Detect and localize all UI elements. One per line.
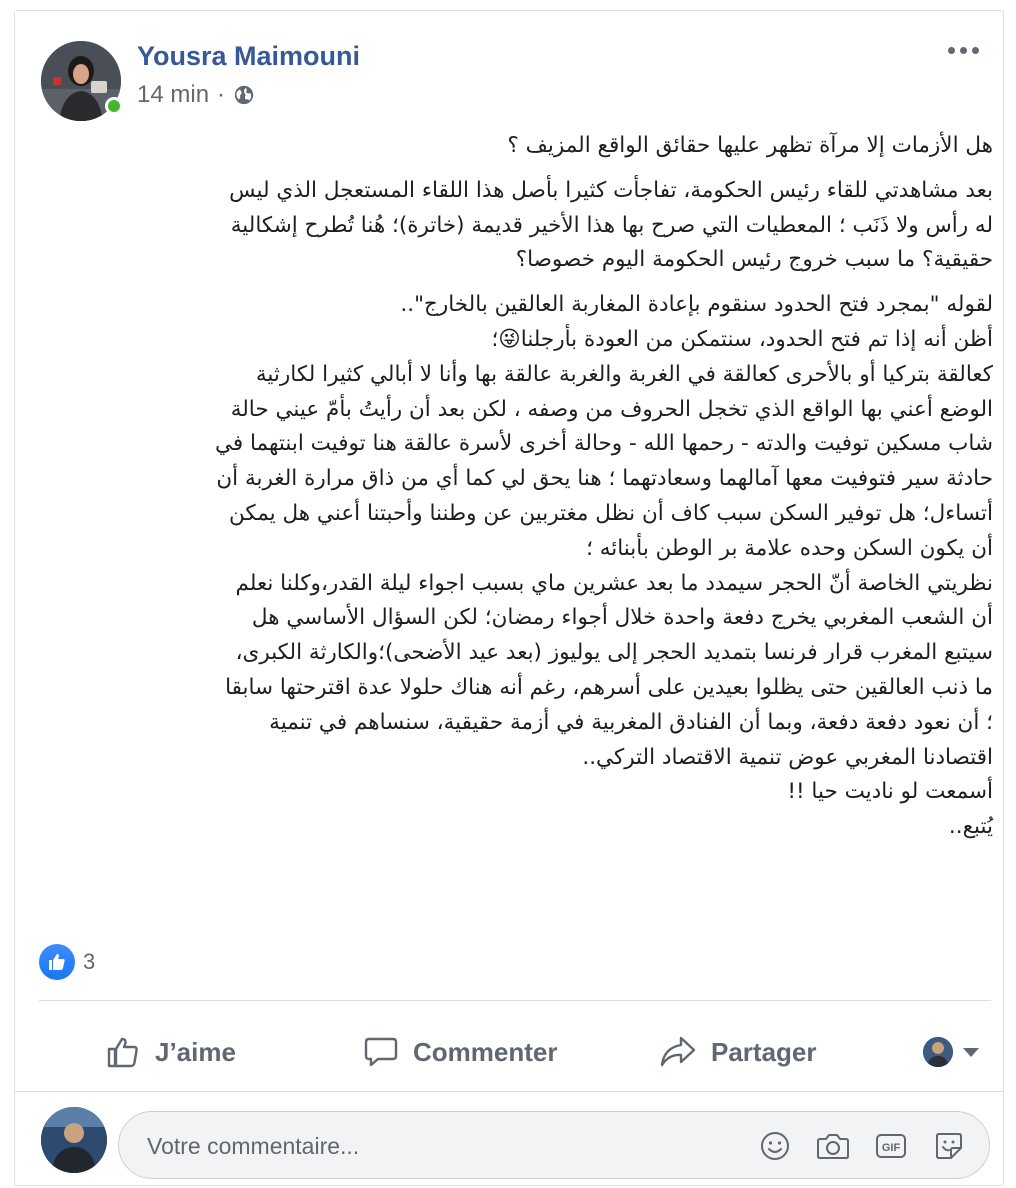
comment-composer: GIF [118, 1111, 990, 1180]
post-text-line: أسمعت لو ناديت حيا !! [787, 779, 993, 805]
like-label: J’aime [155, 1036, 236, 1067]
share-label: Partager [711, 1036, 817, 1067]
post-paragraph: هل الأزمات إلا مرآة تظهر عليها حقائق الو… [39, 129, 993, 164]
gif-label: GIF [882, 1142, 901, 1154]
reactions-summary[interactable]: 3 [39, 944, 95, 980]
post-text-line: بعد مشاهدتي للقاء رئيس الحكومة، تفاجأت ك… [229, 177, 993, 203]
commenter-avatar[interactable] [41, 1107, 107, 1173]
post-text-line: أن الشعب المغربي يخرج دفعة واحدة خلال أج… [251, 605, 993, 631]
divider [15, 1091, 1003, 1092]
post-text-line: يُتبع.. [948, 814, 993, 840]
sticker-icon[interactable] [931, 1128, 967, 1164]
share-icon [660, 1036, 696, 1067]
post-text-line: كعالقة بتركيا أو بالأحرى كعالقة في الغرب… [255, 361, 993, 387]
post-text-line: سيتبع المغرب قرار فرنسا بتمديد الحجر إلى… [235, 640, 993, 666]
comment-button[interactable]: Commenter [363, 1022, 613, 1082]
post-text-line: حادثة سير فتوفيت معها آمالهما وسعادتهما … [216, 466, 993, 492]
post-text-line: ؛ أن نعود دفعة دفعة، وبما أن الفنادق الم… [269, 709, 993, 735]
like-button[interactable]: J’aime [105, 1022, 337, 1082]
comment-label: Commenter [413, 1036, 558, 1067]
divider [39, 1000, 991, 1001]
reactions-count[interactable]: 3 [83, 949, 95, 975]
reaction-audience-selector[interactable] [923, 1037, 979, 1067]
action-bar: J’aime Commenter Partager [39, 1019, 991, 1085]
post-text-line: شاب مسكين توفيت والدته - رحمها الله - وح… [214, 431, 993, 457]
share-button[interactable]: Partager [659, 1022, 859, 1082]
globe-icon[interactable] [233, 84, 255, 106]
post-card: Yousra Maimouni 14 min · هل الأزمات إلا … [14, 10, 1004, 1186]
user-avatar-small [923, 1037, 953, 1067]
post-text-line: أن يكون السكن وحده علامة بر الوطن بأبنائ… [586, 535, 993, 561]
comment-icon [364, 1037, 398, 1067]
thumbs-up-icon [107, 1037, 138, 1068]
more-options-icon[interactable] [941, 35, 985, 65]
post-text-line: أتساءل؛ هل توفير السكن سبب كاف أن نظل مغ… [228, 500, 993, 526]
chevron-down-icon [963, 1047, 979, 1057]
comment-input[interactable] [145, 1112, 709, 1180]
post-meta: 14 min · [137, 81, 255, 109]
post-text-line: أظن أنه إذا تم فتح الحدود، سنتمكن من الع… [491, 326, 993, 352]
post-text-line: له رأس ولا ذَنَب ؛ المعطيات التي صرح بها… [230, 212, 993, 238]
post-text-line: الوضع أعني بها الواقع الذي تخجل الحروف م… [230, 396, 993, 422]
post-text-line: نظريتي الخاصة أنّ الحجر سيمدد ما بعد عشر… [235, 570, 993, 596]
post-text-line: لقوله "بمجرد فتح الحدود سنقوم بإعادة الم… [400, 292, 993, 318]
emoji-icon[interactable] [757, 1128, 793, 1164]
post-text-line: ما ذنب العالقين حتى يظلوا بعيدين على أسر… [225, 674, 993, 700]
post-paragraph: لقوله "بمجرد فتح الحدود سنقوم بإعادة الم… [39, 288, 993, 845]
like-icon [39, 944, 75, 980]
camera-icon[interactable] [815, 1128, 851, 1164]
meta-separator: · [217, 81, 226, 108]
post-time[interactable]: 14 min [137, 81, 209, 109]
gif-icon[interactable]: GIF [873, 1128, 909, 1164]
post-text-line: حقيقية؟ ما سبب خروج رئيس الحكومة اليوم خ… [515, 247, 993, 273]
online-status-dot [105, 97, 123, 115]
post-paragraph: بعد مشاهدتي للقاء رئيس الحكومة، تفاجأت ك… [39, 174, 993, 278]
author-name[interactable]: Yousra Maimouni [137, 41, 360, 72]
post-text-line: اقتصادنا المغربي عوض تنمية الاقتصاد التر… [582, 744, 993, 770]
post-body: هل الأزمات إلا مرآة تظهر عليها حقائق الو… [39, 129, 993, 855]
composer-tools: GIF [757, 1128, 967, 1164]
post-text-line: هل الأزمات إلا مرآة تظهر عليها حقائق الو… [507, 133, 993, 158]
